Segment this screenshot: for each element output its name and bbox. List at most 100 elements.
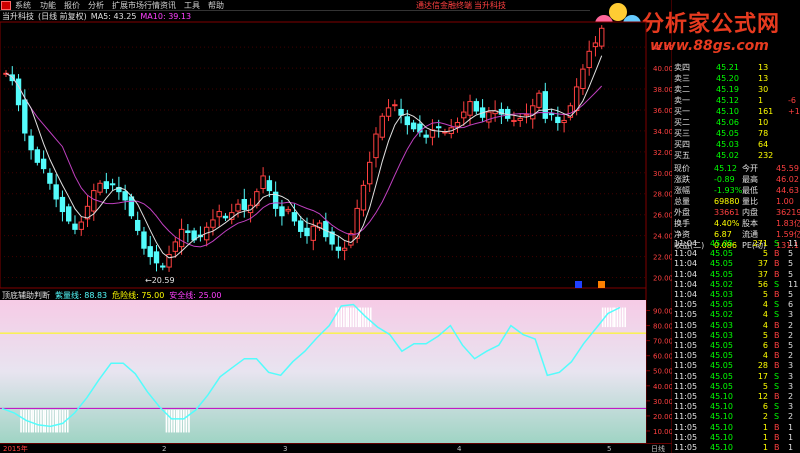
signal-marker — [343, 307, 345, 328]
book-volume: 30 — [758, 85, 769, 94]
stat-row: 总量 69880 量比 1.00 — [672, 197, 800, 207]
tick-count: 5 — [788, 269, 794, 279]
book-change: +1 — [788, 107, 800, 116]
indicator-tick-label: 50.00 — [653, 368, 672, 376]
signal-marker — [621, 307, 624, 328]
chart-canvas[interactable]: 42.00 40.00 38.00 36.00 34.00 32.00 30.00 28.00… — [0, 0, 672, 453]
tick-volume: 4 — [762, 310, 768, 320]
signal-marker — [32, 409, 34, 433]
stat-row: 换手 4.40% 股本 1.83亿 — [672, 219, 800, 229]
tick-row: 11:05 45.10 1 B 1 — [672, 423, 800, 433]
tick-volume: 17 — [757, 371, 768, 381]
tick-count: 5 — [788, 341, 794, 350]
book-price: 45.21 — [716, 63, 739, 72]
tick-row: 11:05 45.02 4 S 3 — [672, 310, 800, 320]
tick-time: 11:05 — [674, 330, 698, 340]
tick-time: 11:05 — [674, 443, 698, 452]
indicator-tick-label: 30.00 — [653, 398, 672, 406]
tick-price: 45.05 — [710, 351, 733, 361]
quote-panel: 卖四 45.21 13 卖三 45.20 13 卖二 45.19 30 卖一 45.12 1 -6 买一 4… — [672, 63, 800, 250]
book-volume: 161 — [758, 107, 774, 116]
candle — [348, 230, 354, 249]
tick-time: 11:05 — [674, 351, 698, 361]
tick-row: 11:05 45.05 4 S 6 — [672, 300, 800, 310]
signal-marker — [182, 409, 185, 433]
book-volume: 78 — [758, 129, 769, 138]
signal-marker — [619, 307, 621, 328]
time-axis: 2015年 2 3 4 5 日线 — [0, 443, 672, 453]
signal-marker — [352, 307, 355, 328]
stat-key: 换手 — [674, 219, 690, 228]
stat-key: 今开 — [742, 164, 758, 173]
candle — [34, 146, 41, 166]
tick-volume: 1 — [762, 432, 768, 442]
stat-row: 涨幅 -1.93% 最低 44.63 — [672, 186, 800, 196]
tick-row: 11:05 45.05 4 B 2 — [672, 351, 800, 361]
tick-time: 11:05 — [674, 432, 698, 442]
tick-time: 11:04 — [674, 239, 698, 248]
tick-count: 2 — [788, 412, 794, 422]
tick-count: 11 — [788, 239, 799, 248]
book-volume: 232 — [758, 151, 774, 160]
tick-volume: 5 — [762, 249, 768, 259]
signal-marker — [52, 409, 54, 433]
signal-marker — [54, 409, 57, 433]
signal-marker — [340, 307, 343, 328]
tick-row: 11:05 45.10 2 S 2 — [672, 412, 800, 422]
stat-row: 涨跌 -0.89 最高 46.02 — [672, 175, 800, 185]
tick-count: 11 — [788, 279, 799, 289]
period-label[interactable]: 日线 — [651, 444, 665, 453]
signal-marker — [362, 307, 364, 328]
book-price: 45.05 — [716, 129, 739, 138]
tick-price: 45.03 — [710, 330, 733, 340]
stat-key: 总量 — [674, 197, 690, 206]
tick-row: 11:05 45.05 6 B 5 — [672, 341, 800, 351]
signal-marker — [20, 409, 22, 433]
book-label: 卖四 — [674, 63, 690, 72]
tick-count: 3 — [788, 402, 794, 412]
time-axis-year: 2015年 — [3, 445, 28, 453]
tick-count: 1 — [788, 443, 794, 452]
candle — [599, 25, 605, 50]
tick-count: 2 — [788, 392, 794, 401]
tick-count: 3 — [788, 310, 794, 320]
signal-marker — [367, 307, 369, 328]
tick-count: 2 — [788, 320, 794, 330]
stat-value: 44.63 — [776, 186, 799, 195]
tick-price: 45.10 — [710, 402, 733, 412]
tick-row: 11:04 45.05 271 S 11 — [672, 239, 800, 249]
signal-marker — [177, 409, 180, 433]
candle — [379, 113, 385, 141]
tick-side: S — [774, 412, 780, 422]
tick-price: 45.10 — [710, 432, 733, 442]
bargain-icon[interactable] — [575, 281, 582, 288]
tick-list[interactable]: 11:04 45.05 271 S 11 11:04 45.05 5 B 5 11:04 45.05 3… — [672, 239, 800, 453]
tick-price: 45.10 — [710, 422, 733, 432]
tick-volume: 6 — [762, 341, 768, 350]
tick-volume: 28 — [757, 361, 768, 371]
tick-side: S — [774, 239, 780, 248]
candle — [567, 102, 574, 121]
tick-volume: 4 — [762, 300, 768, 310]
tick-count: 2 — [788, 351, 794, 361]
tick-count: 1 — [788, 422, 794, 432]
signal-marker — [624, 307, 626, 328]
tick-row: 11:04 45.05 37 B 5 — [672, 270, 800, 280]
price-tick-label: 24.00 — [653, 233, 672, 241]
signal-marker — [34, 409, 37, 433]
news-icon[interactable] — [598, 281, 605, 288]
indicator-line2-label: 危险线: 75.00 — [112, 291, 165, 300]
stat-key: 内盘 — [742, 208, 758, 217]
indicator-axis: 90.00 80.00 70.00 60.00 50.00 40.00 30.00 20.00… — [646, 308, 672, 436]
indicator-tick-label: 60.00 — [653, 353, 672, 361]
signal-marker — [170, 409, 173, 433]
low-price-label: ←20.59 — [145, 276, 175, 285]
tick-row: 11:05 45.03 4 B 2 — [672, 321, 800, 331]
stat-value: 33661 — [714, 208, 740, 217]
stat-value: 1.83亿 — [776, 219, 800, 228]
book-volume: 10 — [758, 118, 769, 127]
tick-count: 3 — [788, 381, 794, 391]
candle — [66, 203, 72, 225]
stat-key: 量比 — [742, 197, 758, 206]
tick-row: 11:05 45.05 5 S 3 — [672, 382, 800, 392]
